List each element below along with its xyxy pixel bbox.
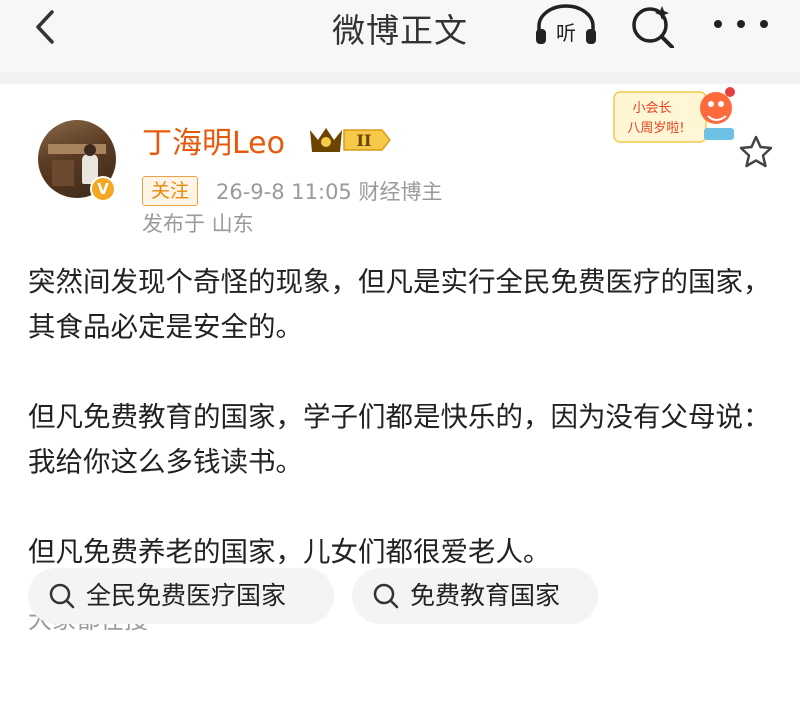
top-bar: 微博正文 听 xyxy=(0,0,800,72)
search-icon xyxy=(49,583,75,609)
verified-icon: V xyxy=(90,176,116,202)
anniversary-badge[interactable]: 小会长 八周岁啦! xyxy=(612,86,738,146)
search-icon xyxy=(373,583,399,609)
follow-button[interactable]: 关注 xyxy=(142,176,199,206)
post-content: 突然间发现个奇怪的现象，但凡是实行全民免费医疗的国家，其食品必定是安全的。 但凡… xyxy=(28,260,780,575)
headphones-icon[interactable]: 听 xyxy=(531,2,601,48)
level-badge: II xyxy=(357,131,372,150)
search-icon[interactable] xyxy=(628,2,678,48)
post-location: 发布于 山东 xyxy=(142,212,254,236)
post-paragraph: 突然间发现个奇怪的现象，但凡是实行全民免费医疗的国家，其食品必定是安全的。 xyxy=(28,266,771,343)
hot-search-chip[interactable]: 免费教育国家 xyxy=(352,568,598,624)
crown-icon[interactable]: II xyxy=(306,122,394,158)
anniversary-line-1: 小会长 xyxy=(632,101,671,116)
hot-search-chip[interactable]: 全民免费医疗国家 xyxy=(28,568,334,624)
hot-search-label: 全民免费医疗国家 xyxy=(86,581,287,610)
post-paragraph: 但凡免费教育的国家，学子们都是快乐的，因为没有父母说：我给你这么多钱读书。 xyxy=(28,401,771,478)
anniversary-line-2: 八周岁啦! xyxy=(627,121,684,136)
author-name[interactable]: 丁海明Leo xyxy=(142,118,285,162)
star-icon[interactable] xyxy=(738,134,774,170)
page-title: 微博正文 xyxy=(332,11,468,50)
hot-search-label: 免费教育国家 xyxy=(410,581,561,610)
more-icon[interactable] xyxy=(706,2,776,48)
post-meta: 26-9-8 11:05 财经博主 xyxy=(216,180,443,204)
listen-label: 听 xyxy=(556,21,576,45)
